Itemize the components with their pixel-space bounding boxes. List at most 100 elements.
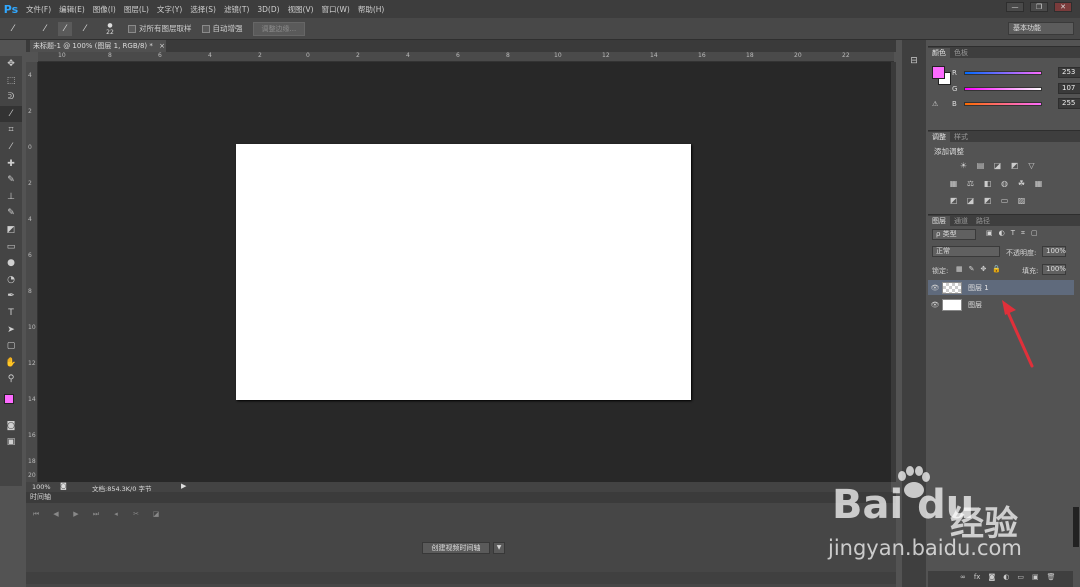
- new-group-icon[interactable]: ▭: [1017, 573, 1024, 581]
- filter-adjust-icon[interactable]: ◐: [999, 229, 1005, 238]
- refine-edge-button[interactable]: 调整边缘...: [252, 21, 306, 36]
- blur-tool-icon[interactable]: ●: [0, 255, 22, 272]
- eyedropper-tool-icon[interactable]: ⁄: [0, 139, 22, 156]
- create-video-timeline-button[interactable]: 创建视频时间轴: [422, 542, 490, 554]
- tab-channels[interactable]: 通道: [950, 216, 972, 226]
- menu-3d[interactable]: 3D(D): [253, 5, 283, 14]
- hue-saturation-icon[interactable]: ▦: [948, 179, 959, 189]
- zoom-tool-icon[interactable]: ⚲: [0, 371, 22, 388]
- gradient-map-icon[interactable]: ▭: [999, 196, 1010, 206]
- levels-icon[interactable]: ▤: [975, 161, 986, 171]
- lock-transparent-icon[interactable]: ▦: [956, 265, 963, 273]
- shape-tool-icon[interactable]: ▢: [0, 338, 22, 355]
- minimize-button[interactable]: —: [1006, 2, 1024, 12]
- filter-type-icon[interactable]: T: [1011, 229, 1015, 238]
- crop-tool-icon[interactable]: ⌗: [0, 122, 22, 139]
- menu-file[interactable]: 文件(F): [22, 4, 55, 15]
- foreground-color-swatch[interactable]: [4, 393, 14, 404]
- tab-adjustments[interactable]: 调整: [928, 132, 950, 142]
- color-balance-icon[interactable]: ⚖: [965, 179, 976, 189]
- audio-icon[interactable]: ◂: [106, 510, 126, 518]
- document-canvas[interactable]: [236, 144, 691, 400]
- history-brush-tool-icon[interactable]: ✎: [0, 205, 22, 222]
- invert-icon[interactable]: ◩: [948, 196, 959, 206]
- type-tool-icon[interactable]: T: [0, 305, 22, 322]
- lock-pixels-icon[interactable]: ✎: [969, 265, 975, 273]
- path-select-tool-icon[interactable]: ➤: [0, 322, 22, 339]
- add-selection-icon[interactable]: ⁄: [58, 21, 72, 36]
- opacity-input[interactable]: 100%: [1042, 246, 1066, 257]
- menu-select[interactable]: 选择(S): [186, 4, 220, 15]
- visibility-eye-icon[interactable]: 👁: [928, 301, 942, 309]
- lock-position-icon[interactable]: ✥: [981, 265, 987, 273]
- blue-value[interactable]: 255: [1058, 98, 1080, 109]
- color-lookup-icon[interactable]: ▦: [1033, 179, 1044, 189]
- filter-pixel-icon[interactable]: ▣: [986, 229, 993, 238]
- add-mask-icon[interactable]: ◙: [988, 573, 995, 581]
- history-panel-icon[interactable]: ⊟: [907, 56, 921, 68]
- menu-window[interactable]: 窗口(W): [318, 4, 354, 15]
- move-tool-icon[interactable]: ✥: [0, 56, 22, 73]
- next-frame-icon[interactable]: ⏭: [86, 510, 106, 519]
- tab-layers[interactable]: 图层: [928, 216, 950, 226]
- screen-mode-icon[interactable]: ▣: [0, 434, 22, 451]
- menu-filter[interactable]: 滤镜(T): [220, 4, 253, 15]
- brightness-icon[interactable]: ☀: [958, 161, 969, 171]
- transition-icon[interactable]: ◪: [146, 510, 166, 518]
- layer-name[interactable]: 图层: [968, 300, 982, 310]
- panel-scrollbar[interactable]: [1073, 507, 1079, 547]
- close-window-button[interactable]: ✕: [1054, 2, 1072, 12]
- zoom-level[interactable]: 100%: [32, 483, 51, 491]
- workspace-select[interactable]: 基本功能: [1008, 22, 1074, 35]
- marquee-tool-icon[interactable]: ⬚: [0, 73, 22, 90]
- stamp-tool-icon[interactable]: ⊥: [0, 189, 22, 206]
- gradient-tool-icon[interactable]: ▭: [0, 239, 22, 256]
- auto-enhance-checkbox[interactable]: [201, 24, 210, 33]
- selective-color-icon[interactable]: ▨: [1016, 196, 1027, 206]
- delete-layer-icon[interactable]: 🗑: [1047, 573, 1056, 581]
- dodge-tool-icon[interactable]: ◔: [0, 272, 22, 289]
- status-arrow-icon[interactable]: ▶: [181, 482, 186, 490]
- visibility-eye-icon[interactable]: 👁: [928, 284, 942, 292]
- color-fg-swatch[interactable]: [932, 66, 945, 79]
- green-value[interactable]: 107: [1058, 83, 1080, 94]
- red-slider[interactable]: [964, 70, 1042, 75]
- prev-frame-icon[interactable]: ◀: [46, 510, 66, 518]
- blue-slider[interactable]: [964, 101, 1042, 106]
- curves-icon[interactable]: ◪: [992, 161, 1003, 171]
- tab-paths[interactable]: 路径: [972, 216, 994, 226]
- link-layers-icon[interactable]: ∞: [960, 573, 966, 581]
- lasso-tool-icon[interactable]: ᕲ: [0, 89, 22, 106]
- vibrance-icon[interactable]: ▽: [1026, 161, 1037, 171]
- threshold-icon[interactable]: ◩: [982, 196, 993, 206]
- document-tab[interactable]: 未标题-1 @ 100% (图层 1, RGB/8) * ×: [30, 40, 166, 52]
- new-selection-icon[interactable]: ⁄: [38, 22, 52, 36]
- menu-help[interactable]: 帮助(H): [354, 4, 389, 15]
- quick-select-tool-icon[interactable]: ⁄: [0, 105, 22, 123]
- close-tab-icon[interactable]: ×: [159, 42, 165, 50]
- brush-tool-icon[interactable]: ✎: [0, 172, 22, 189]
- gamut-warning-icon[interactable]: ⚠: [932, 100, 952, 108]
- menu-type[interactable]: 文字(Y): [153, 4, 186, 15]
- tab-color[interactable]: 颜色: [928, 48, 950, 58]
- layer-name[interactable]: 图层 1: [968, 283, 989, 293]
- tab-styles[interactable]: 样式: [950, 132, 972, 142]
- channel-mixer-icon[interactable]: ☘: [1016, 179, 1027, 189]
- healing-tool-icon[interactable]: ✚: [0, 156, 22, 173]
- first-frame-icon[interactable]: ⏮: [26, 510, 46, 519]
- tab-swatches[interactable]: 色板: [950, 48, 972, 58]
- lock-all-icon[interactable]: 🔒: [992, 265, 1001, 273]
- timeline-header[interactable]: 时间轴: [26, 492, 896, 503]
- layer-style-icon[interactable]: fx: [974, 573, 981, 581]
- split-icon[interactable]: ✂: [126, 510, 146, 518]
- new-layer-icon[interactable]: ▣: [1032, 573, 1039, 581]
- green-slider[interactable]: [964, 86, 1042, 91]
- subtract-selection-icon[interactable]: ⁄: [78, 22, 92, 36]
- eraser-tool-icon[interactable]: ◩: [0, 222, 22, 239]
- hand-tool-icon[interactable]: ✋: [0, 355, 22, 372]
- brush-size-picker[interactable]: ● 22: [102, 22, 118, 36]
- pen-tool-icon[interactable]: ✒: [0, 288, 22, 305]
- fill-input[interactable]: 100%: [1042, 264, 1066, 275]
- quick-selection-icon[interactable]: ⁄: [6, 22, 20, 36]
- status-info-icon[interactable]: ◙: [60, 482, 67, 490]
